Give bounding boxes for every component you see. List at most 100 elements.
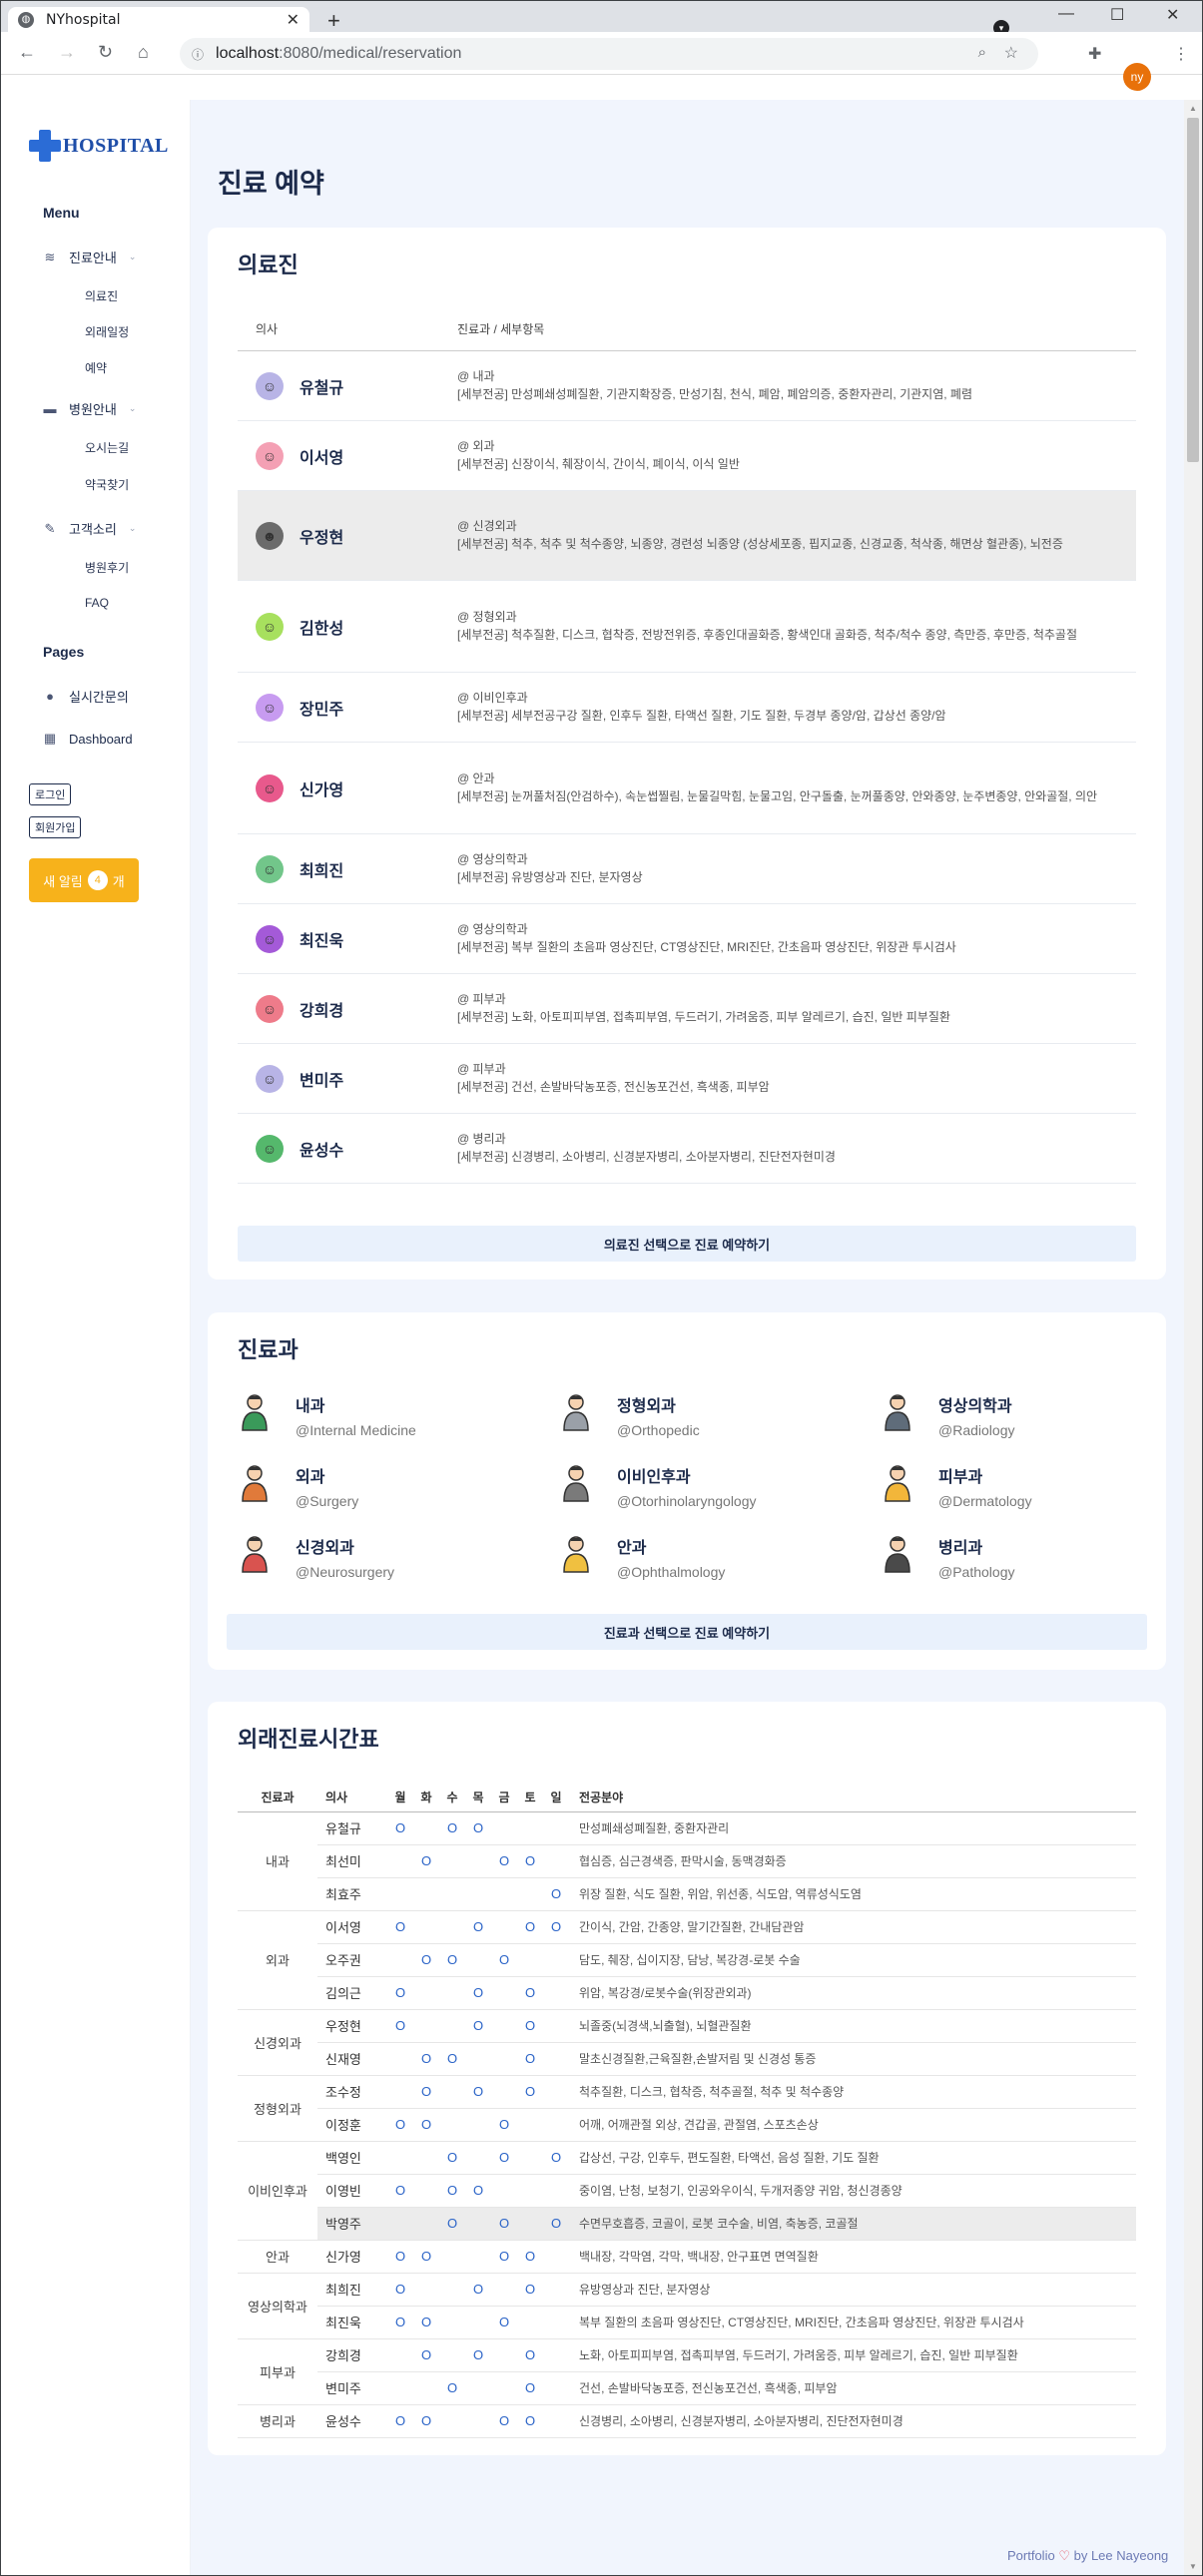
forward-icon[interactable]: → <box>58 42 76 63</box>
schedule-day-cell: O <box>543 2207 569 2241</box>
department-item[interactable]: 피부과 @Dermatology <box>881 1463 1032 1509</box>
back-icon[interactable]: ← <box>18 42 36 63</box>
signup-button[interactable]: 회원가입 <box>29 816 82 838</box>
departments-card-title: 진료과 <box>238 1337 299 1362</box>
sidebar-item-directions[interactable]: 오시는길 <box>85 439 129 456</box>
schedule-day-cell: O <box>517 2404 543 2438</box>
schedule-header: 의사 <box>317 1784 387 1812</box>
extensions-icon[interactable]: ✚ <box>1088 44 1101 64</box>
schedule-card: 외래진료시간표 진료과 의사 월 화 수 목 금 토 일 전공분야 내과 유철규 O O O 만성폐쇄성폐질… <box>208 1702 1166 2455</box>
schedule-day-cell <box>387 1943 413 1977</box>
schedule-day-cell: O <box>439 1811 465 1845</box>
alert-count-badge: 4 <box>87 870 108 890</box>
sidebar-item-dashboard[interactable]: ▦ Dashboard <box>43 731 133 747</box>
address-bar[interactable]: ⓘ localhost:8080/medical/reservation ⌕ ☆ <box>180 38 1038 70</box>
schedule-specialty: 말초신경질환,근육질환,손발저림 및 신경성 통증 <box>569 2042 1136 2076</box>
hospital-logo[interactable]: HOSPITAL <box>29 130 169 162</box>
scroll-down-arrow-icon[interactable]: ▼ <box>1189 2562 1197 2571</box>
department-item[interactable]: 영상의학과 @Radiology <box>881 1392 1014 1438</box>
schedule-day-cell: O <box>491 2404 517 2438</box>
pages-heading: Pages <box>43 644 85 660</box>
sidebar-item-schedule[interactable]: 외래일정 <box>85 323 129 340</box>
doctor-row[interactable]: ☺ 신가영 @ 안과 [세부전공] 눈꺼풀처짐(안검하수), 속눈썹찔림, 눈물길막힘… <box>238 743 1136 834</box>
sidebar-item-reservation[interactable]: 예약 <box>85 359 107 376</box>
maximize-icon[interactable]: ☐ <box>1110 5 1124 25</box>
schedule-doctor: 이정훈 <box>317 2108 387 2142</box>
available-mark: O <box>498 2249 510 2264</box>
doctor-row[interactable]: ☺ 장민주 @ 이비인후과 [세부전공] 세부전공구강 질환, 인후두 질환, 타액선… <box>238 673 1136 743</box>
sidebar-group-label: 고객소리 <box>69 522 117 537</box>
reserve-by-doctor-button[interactable]: 의료진 선택으로 진료 예약하기 <box>238 1226 1136 1262</box>
sidebar-item-reviews[interactable]: 병원후기 <box>85 559 129 576</box>
department-item[interactable]: 외과 @Surgery <box>238 1463 358 1509</box>
zoom-icon[interactable]: ⌕ <box>978 44 986 61</box>
new-tab-button[interactable]: + <box>327 8 340 34</box>
bookmark-star-icon[interactable]: ☆ <box>1004 43 1018 63</box>
sidebar-item-live-inquiry[interactable]: ● 실시간문의 <box>43 687 129 706</box>
schedule-day-cell <box>465 2207 491 2241</box>
department-item[interactable]: 안과 @Ophthalmology <box>559 1534 725 1580</box>
doctor-avatar-icon: ☺ <box>256 1134 284 1163</box>
doctor-dept-cell: @ 영상의학과 [세부전공] 복부 질환의 초음파 영상진단, CT영상진단, M… <box>457 921 1136 956</box>
minimize-icon[interactable]: — <box>1058 5 1074 23</box>
reserve-by-department-button[interactable]: 진료과 선택으로 진료 예약하기 <box>227 1614 1147 1650</box>
sidebar-group-customer[interactable]: ✎ 고객소리 ⌄ <box>43 519 137 538</box>
doctor-dept: @ 피부과 <box>457 1062 506 1077</box>
doctor-row[interactable]: ☺ 윤성수 @ 병리과 [세부전공] 신경병리, 소아병리, 신경분자병리, 소아분자… <box>238 1114 1136 1184</box>
login-button[interactable]: 로그인 <box>29 783 72 805</box>
doctor-row[interactable]: ☺ 최진욱 @ 영상의학과 [세부전공] 복부 질환의 초음파 영상진단, CT영상진… <box>238 904 1136 974</box>
sidebar-group-clinic[interactable]: ≋ 진료안내 ⌄ <box>43 248 137 266</box>
doctor-row[interactable]: ☻ 우정현 @ 신경외과 [세부전공] 척추, 척추 및 척수종양, 뇌종양, 경련성… <box>238 491 1136 581</box>
sidebar-group-hospital[interactable]: ▬ 병원안내 ⌄ <box>43 399 137 418</box>
available-mark: O <box>472 2183 484 2198</box>
available-mark: O <box>420 2117 432 2132</box>
department-item[interactable]: 이비인후과 @Otorhinolaryngology <box>559 1463 757 1509</box>
schedule-doctor: 강희경 <box>317 2338 387 2372</box>
sidebar-item-pharmacy[interactable]: 약국찾기 <box>85 476 129 493</box>
department-item[interactable]: 병리과 @Pathology <box>881 1534 1014 1580</box>
doctor-row[interactable]: ☺ 이서영 @ 외과 [세부전공] 신장이식, 췌장이식, 간이식, 폐이식, 이식 … <box>238 421 1136 491</box>
notification-button[interactable]: 새 알림 4 개 <box>29 858 139 902</box>
schedule-day-cell <box>491 1811 517 1845</box>
schedule-day-cell <box>387 1844 413 1878</box>
department-item[interactable]: 정형외과 @Orthopedic <box>559 1392 700 1438</box>
page-scrollbar[interactable]: ▲ ▼ <box>1184 100 1202 2575</box>
schedule-day-cell <box>413 2174 439 2208</box>
schedule-specialty: 신경병리, 소아병리, 신경분자병리, 소아분자병리, 진단전자현미경 <box>569 2404 1136 2438</box>
sidebar-item-faq[interactable]: FAQ <box>85 596 109 610</box>
schedule-day-cell: O <box>413 2404 439 2438</box>
doctor-row[interactable]: ☺ 최희진 @ 영상의학과 [세부전공] 유방영상과 진단, 분자영상 <box>238 834 1136 904</box>
scroll-up-arrow-icon[interactable]: ▲ <box>1189 104 1197 113</box>
close-window-icon[interactable]: ✕ <box>1166 5 1179 25</box>
department-item[interactable]: 내과 @Internal Medicine <box>238 1392 416 1438</box>
schedule-day-cell <box>439 2240 465 2274</box>
scrollbar-thumb[interactable] <box>1187 118 1199 462</box>
doctor-row[interactable]: ☺ 김한성 @ 정형외과 [세부전공] 척추질환, 디스크, 협착증, 전방전위증, … <box>238 581 1136 673</box>
info-icon[interactable]: ⓘ <box>192 46 204 63</box>
doctor-internal-icon <box>238 1392 272 1432</box>
schedule-specialty: 갑상선, 구강, 인후두, 편도질환, 타액선, 음성 질환, 기도 질환 <box>569 2141 1136 2175</box>
doctor-specialty: [세부전공] 유방영상과 진단, 분자영상 <box>457 869 643 884</box>
close-tab-icon[interactable]: ✕ <box>287 10 300 30</box>
schedule-doctor: 김의근 <box>317 1976 387 2010</box>
doctor-avatar-icon: ☺ <box>256 994 284 1023</box>
more-menu-icon[interactable]: ⋮ <box>1173 44 1189 64</box>
doctor-dept-cell: @ 내과 [세부전공] 만성폐쇄성폐질환, 기관지확장증, 만성기침, 천식, 폐… <box>457 368 1136 403</box>
department-item[interactable]: 신경외과 @Neurosurgery <box>238 1534 394 1580</box>
doctor-row[interactable]: ☺ 유철규 @ 내과 [세부전공] 만성폐쇄성폐질환, 기관지확장증, 만성기침, 천… <box>238 351 1136 421</box>
doctor-neurosurgery-icon <box>238 1534 272 1574</box>
reload-icon[interactable]: ↻ <box>98 42 113 63</box>
schedule-day-cell <box>413 1910 439 1944</box>
available-mark: O <box>446 2183 458 2198</box>
doctor-name: 신가영 <box>300 781 344 799</box>
available-mark: O <box>446 2051 458 2066</box>
doctor-row[interactable]: ☺ 변미주 @ 피부과 [세부전공] 건선, 손발바닥농포증, 전신농포건선, 흑색종… <box>238 1044 1136 1114</box>
profile-avatar[interactable]: ny <box>1123 63 1151 91</box>
browser-tab[interactable]: ◍ NYhospital ✕ <box>8 7 309 32</box>
globe-icon: ◍ <box>18 11 34 28</box>
layers-icon: ≋ <box>44 249 56 264</box>
schedule-day-cell <box>517 1811 543 1845</box>
home-icon[interactable]: ⌂ <box>138 42 149 63</box>
doctor-row[interactable]: ☺ 강희경 @ 피부과 [세부전공] 노화, 아토피피부염, 접촉피부염, 두드러기,… <box>238 974 1136 1044</box>
sidebar-item-doctors[interactable]: 의료진 <box>85 287 118 304</box>
